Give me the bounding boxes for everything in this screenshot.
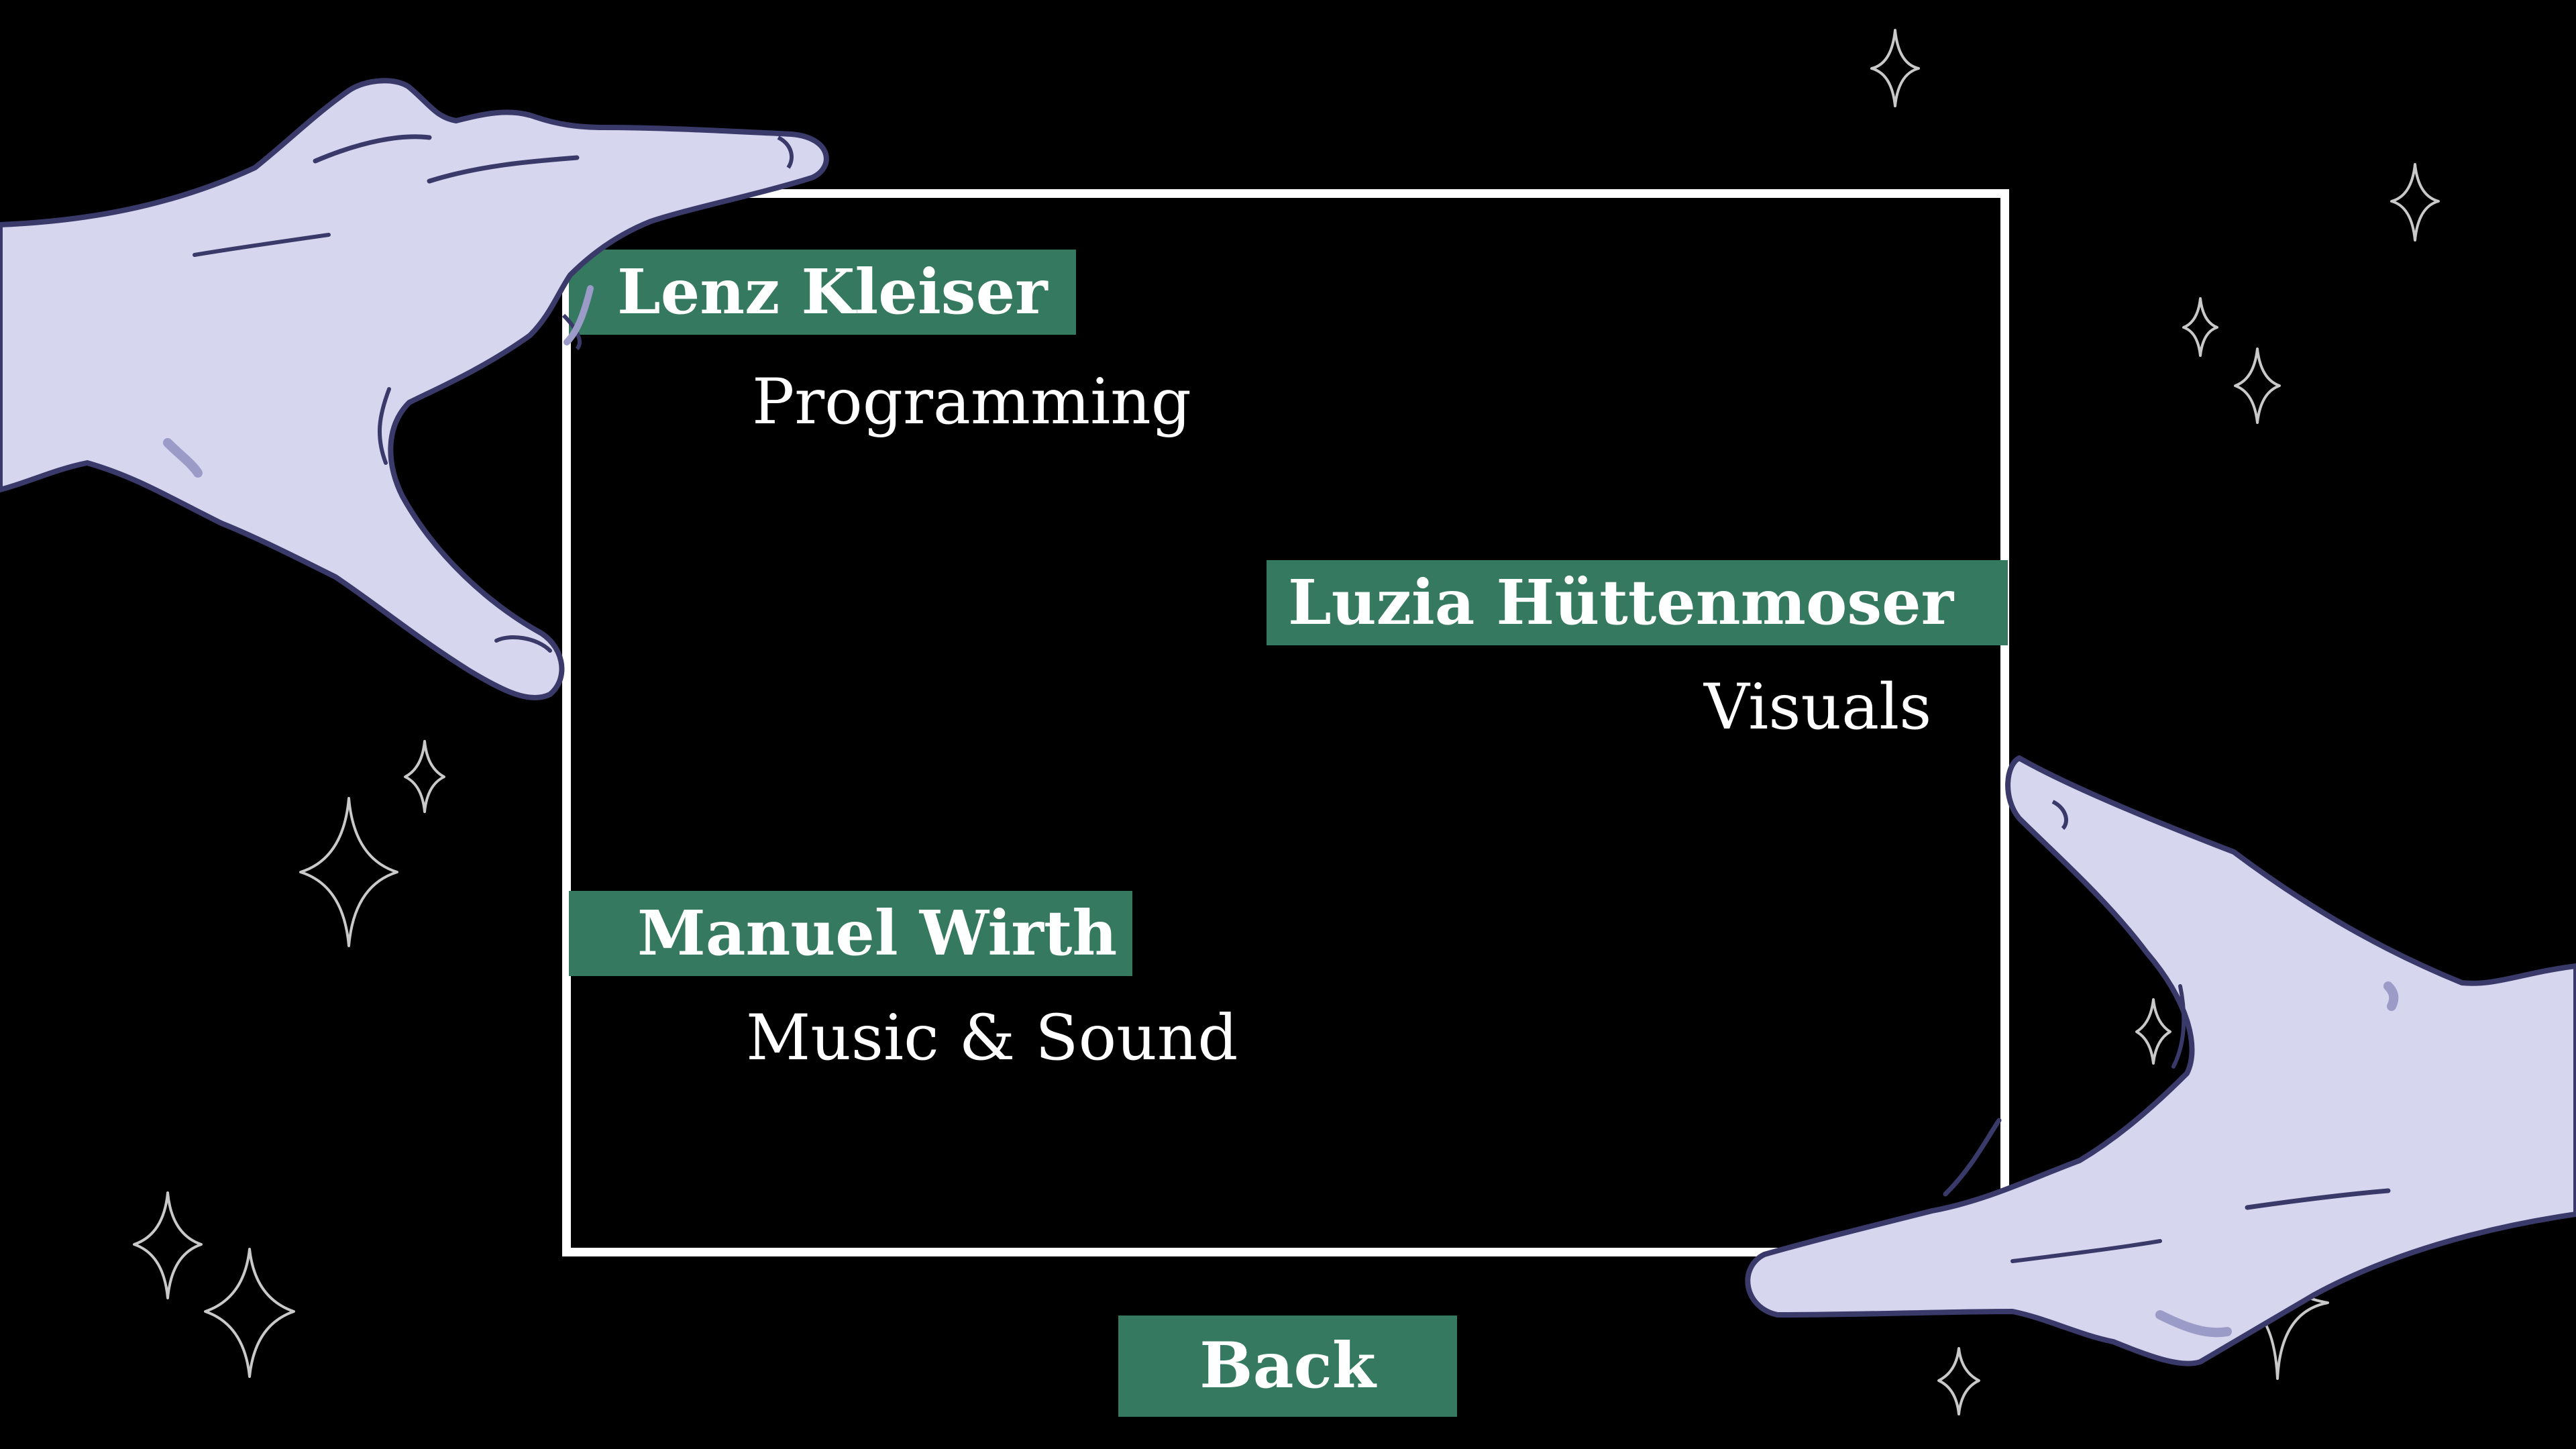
right-hand-icon xyxy=(1745,755,2576,1366)
back-button[interactable]: Back xyxy=(1118,1316,1457,1417)
credits-screen: Lenz Kleiser Programming Luzia Hüttenmos… xyxy=(0,0,2576,1449)
